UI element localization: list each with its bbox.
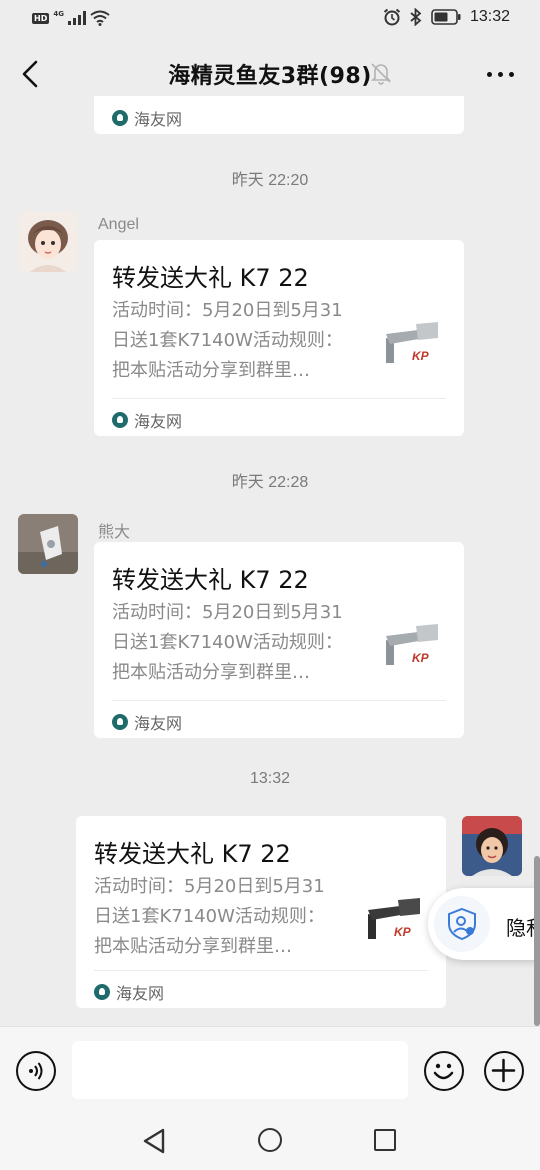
avatar[interactable] <box>18 212 78 272</box>
hd-badge: HD <box>32 12 50 24</box>
status-bar: HD 4G 13:32 <box>0 0 540 38</box>
nav-back-icon[interactable] <box>142 1128 166 1154</box>
privacy-button[interactable]: 隐私 <box>428 888 540 960</box>
sender-name: Angel <box>98 216 139 233</box>
voice-button[interactable] <box>16 1051 56 1091</box>
emoji-icon <box>433 1063 454 1080</box>
partial-link-card[interactable]: 海友网 <box>94 96 464 134</box>
own-link-card[interactable]: 转发送大礼 K7 22 活动时间：5月20日到5月31日送1套K7140W活动规… <box>76 816 446 1008</box>
bluetooth-icon <box>410 8 422 26</box>
more-dots-icon <box>487 72 492 77</box>
chat-screen: HD 4G 13:32 海精灵鱼友3群(98) 海友网 昨天 22:20 Ang… <box>0 0 540 1170</box>
card-description: 活动时间：5月20日到5月31日送1套K7140W活动规则：把本贴活动分享到群里… <box>112 300 343 381</box>
card-source-label: 海友网 <box>134 714 183 733</box>
card-source: 海友网 <box>94 980 164 1004</box>
lamp-thumbnail-icon: KP <box>376 308 446 378</box>
card-title: 转发送大礼 K7 22 <box>94 840 291 868</box>
message-timestamp: 13:32 <box>249 770 291 787</box>
message-timestamp: 昨天 22:28 <box>231 474 309 491</box>
avatar[interactable] <box>18 514 78 574</box>
nav-recent-icon[interactable] <box>374 1129 396 1151</box>
status-left: HD 4G <box>32 10 110 26</box>
card-title: 转发送大礼 K7 22 <box>112 264 309 292</box>
card-divider <box>112 700 446 701</box>
plus-icon <box>491 1058 516 1083</box>
plus-button[interactable] <box>484 1051 524 1091</box>
card-description: 活动时间：5月20日到5月31日送1套K7140W活动规则：把本贴活动分享到群里… <box>112 602 343 683</box>
avatar-xiongda-icon <box>18 514 78 574</box>
bell-off-icon <box>371 63 391 85</box>
message-input[interactable] <box>72 1041 408 1099</box>
svg-text:KP: KP <box>394 925 412 939</box>
scrollbar[interactable] <box>534 856 540 1026</box>
battery-icon <box>431 9 461 25</box>
message-timestamp: 昨天 22:20 <box>231 172 309 189</box>
card-source: 海友网 <box>112 710 182 734</box>
card-source-label: 海友网 <box>134 412 183 431</box>
svg-text:KP: KP <box>412 651 430 665</box>
more-button[interactable] <box>487 72 514 77</box>
card-source-label: 海友网 <box>134 110 183 129</box>
lamp-thumbnail-icon: KP <box>376 610 446 680</box>
avatar-self-icon <box>462 816 522 876</box>
card-source-label: 海友网 <box>116 984 165 1003</box>
site-logo-icon <box>94 984 110 1000</box>
more-dots-icon <box>509 72 514 77</box>
emoji-button[interactable] <box>424 1051 464 1091</box>
signal-icon <box>67 11 86 25</box>
card-divider <box>94 970 428 971</box>
link-card[interactable]: 转发送大礼 K7 22 活动时间：5月20日到5月31日送1套K7140W活动规… <box>94 542 464 738</box>
svg-text:KP: KP <box>412 349 430 363</box>
status-time: 13:32 <box>469 8 510 25</box>
network-label: 4G <box>53 10 64 18</box>
chat-title: 海精灵鱼友3群(98) <box>168 64 372 89</box>
nav-home-icon[interactable] <box>258 1128 282 1152</box>
card-source: 海友网 <box>112 106 182 130</box>
card-divider <box>112 398 446 399</box>
system-nav-bar <box>0 1112 540 1170</box>
avatar-angel-icon <box>18 212 78 272</box>
site-logo-icon <box>112 110 128 126</box>
title-wrap: 海精灵鱼友3群(98) <box>0 58 540 90</box>
site-logo-icon <box>112 412 128 428</box>
card-source: 海友网 <box>112 408 182 432</box>
privacy-shield-icon <box>434 896 490 952</box>
status-right: 13:32 <box>383 8 510 26</box>
lamp-thumbnail-icon: KP <box>358 884 428 954</box>
card-title: 转发送大礼 K7 22 <box>112 566 309 594</box>
alarm-icon <box>383 8 401 26</box>
site-logo-icon <box>112 714 128 730</box>
voice-icon <box>29 1062 43 1080</box>
input-bar <box>0 1026 540 1112</box>
wifi-icon <box>90 10 110 26</box>
my-avatar[interactable] <box>462 816 522 876</box>
link-card[interactable]: 转发送大礼 K7 22 活动时间：5月20日到5月31日送1套K7140W活动规… <box>94 240 464 436</box>
more-dots-icon <box>498 72 503 77</box>
card-description: 活动时间：5月20日到5月31日送1套K7140W活动规则：把本贴活动分享到群里… <box>94 876 325 957</box>
sender-name: 熊大 <box>98 524 131 541</box>
